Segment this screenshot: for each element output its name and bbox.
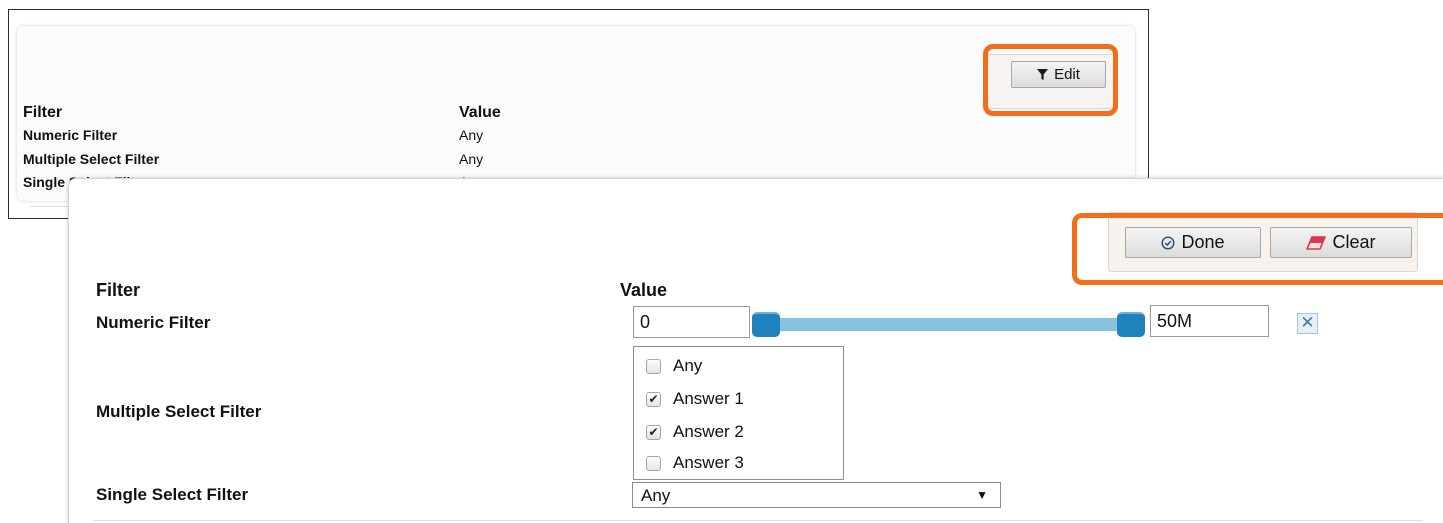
row-label: Multiple Select Filter — [23, 151, 160, 167]
row-value: Any — [459, 151, 484, 167]
option-answer-2[interactable]: ✔ Answer 2 — [646, 422, 744, 442]
filter-edit-card: Done Clear Filter Value Numeric Filter ✕… — [68, 178, 1443, 523]
checkbox[interactable]: ✔ — [646, 424, 661, 440]
multi-select-box: Any ✔ Answer 1 ✔ Answer 2 Answer 3 — [633, 346, 844, 480]
option-label: Any — [673, 356, 703, 375]
eraser-icon — [1306, 235, 1327, 250]
option-label: Answer 1 — [673, 389, 744, 408]
filter-view-card: Edit Filter Value Numeric Filter Any Mul… — [17, 26, 1135, 207]
option-any[interactable]: Any — [646, 356, 702, 376]
range-min-handle[interactable] — [752, 312, 780, 337]
clear-button-label: Clear — [1332, 232, 1376, 252]
row-label: Numeric Filter — [23, 127, 118, 143]
edit-button-label: Edit — [1054, 66, 1080, 83]
value-column-header: Value — [620, 280, 668, 300]
numeric-filter-label: Numeric Filter — [96, 313, 211, 332]
filter-column-header: Filter — [23, 104, 63, 121]
option-label: Answer 2 — [673, 422, 744, 441]
selected-value: Any — [641, 486, 671, 505]
numeric-min-input[interactable] — [633, 306, 750, 338]
filter-icon — [1037, 69, 1049, 80]
option-answer-3[interactable]: Answer 3 — [646, 453, 744, 473]
check-circle-icon — [1161, 235, 1175, 250]
row-value: Any — [459, 127, 484, 143]
clear-button[interactable]: Clear — [1270, 227, 1412, 258]
close-icon: ✕ — [1300, 313, 1315, 332]
value-column-header: Value — [459, 104, 501, 121]
edit-toolbar: Done Clear — [1108, 212, 1418, 272]
filter-column-header: Filter — [96, 280, 141, 300]
multi-select-filter-label: Multiple Select Filter — [96, 402, 262, 421]
range-max-handle[interactable] — [1117, 312, 1145, 337]
single-select-dropdown[interactable]: Any ▼ — [632, 482, 1001, 508]
checkbox[interactable] — [646, 455, 661, 471]
view-toolbar: Edit — [987, 54, 1117, 109]
checkbox[interactable]: ✔ — [646, 391, 661, 407]
numeric-max-input[interactable] — [1150, 305, 1269, 337]
done-button[interactable]: Done — [1125, 227, 1261, 258]
option-answer-1[interactable]: ✔ Answer 1 — [646, 389, 744, 409]
caret-down-icon: ▼ — [976, 488, 988, 502]
divider — [93, 520, 1423, 521]
range-slider-track[interactable] — [754, 318, 1122, 331]
done-button-label: Done — [1181, 232, 1225, 252]
option-label: Answer 3 — [673, 453, 744, 472]
single-select-filter-label: Single Select Filter — [96, 485, 249, 504]
remove-filter-button[interactable]: ✕ — [1297, 313, 1318, 334]
checkbox[interactable] — [646, 358, 661, 374]
edit-button[interactable]: Edit — [1011, 61, 1106, 88]
